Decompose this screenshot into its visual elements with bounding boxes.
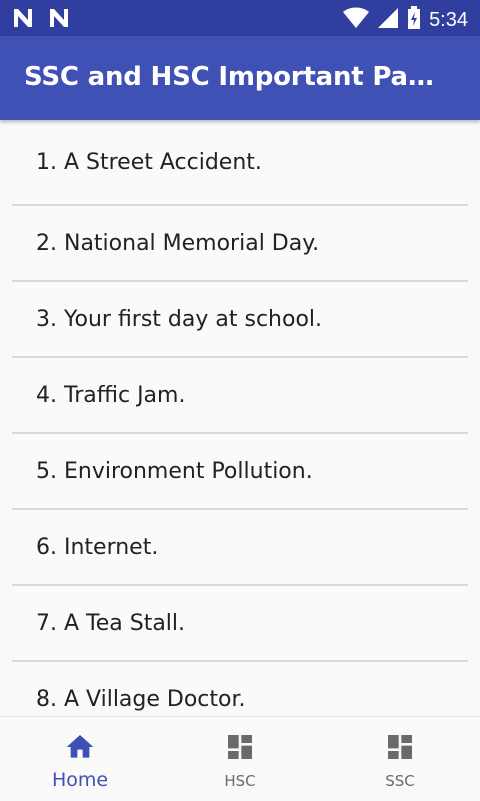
dashboard-icon — [224, 731, 256, 763]
clock-time: 5:34 — [429, 8, 468, 31]
paragraph-list[interactable]: 1. A Street Accident. 2. National Memori… — [0, 120, 480, 716]
list-item[interactable]: 2. National Memorial Day. — [12, 206, 468, 282]
nav-home[interactable]: Home — [0, 717, 160, 801]
list-item-label: 4. Traffic Jam. — [36, 382, 186, 408]
nav-hsc-label: HSC — [224, 772, 256, 790]
n-notification-icon — [48, 7, 72, 33]
cell-signal-icon — [377, 7, 399, 33]
wifi-icon — [343, 7, 370, 33]
bottom-navigation: Home HSC SSC — [0, 716, 480, 801]
status-bar: 5:34 — [0, 0, 480, 36]
list-item-label: 1. A Street Accident. — [36, 149, 262, 175]
home-icon — [64, 731, 96, 763]
list-item[interactable]: 4. Traffic Jam. — [12, 358, 468, 434]
list-item-label: 8. A Village Doctor. — [36, 686, 246, 712]
list-item[interactable]: 1. A Street Accident. — [12, 120, 468, 206]
n-notification-icon — [12, 7, 36, 33]
nav-ssc-label: SSC — [385, 772, 415, 790]
list-item[interactable]: 3. Your first day at school. — [12, 282, 468, 358]
list-item-label: 7. A Tea Stall. — [36, 610, 186, 636]
dashboard-icon — [384, 731, 416, 763]
nav-home-label: Home — [51, 769, 109, 791]
app-bar: SSC and HSC Important Paragraph — [0, 36, 480, 120]
list-item[interactable]: 6. Internet. — [12, 510, 468, 586]
list-item[interactable]: 5. Environment Pollution. — [12, 434, 468, 510]
list-item-label: 5. Environment Pollution. — [36, 458, 313, 484]
list-item-label: 2. National Memorial Day. — [36, 230, 320, 256]
list-item-label: 3. Your first day at school. — [36, 306, 323, 332]
app-title: SSC and HSC Important Paragraph — [24, 62, 444, 92]
list-item[interactable]: 7. A Tea Stall. — [12, 586, 468, 662]
battery-charging-icon — [407, 6, 421, 34]
list-item[interactable]: 8. A Village Doctor. — [12, 662, 468, 716]
nav-hsc[interactable]: HSC — [160, 717, 320, 801]
nav-ssc[interactable]: SSC — [320, 717, 480, 801]
list-item-label: 6. Internet. — [36, 534, 159, 560]
